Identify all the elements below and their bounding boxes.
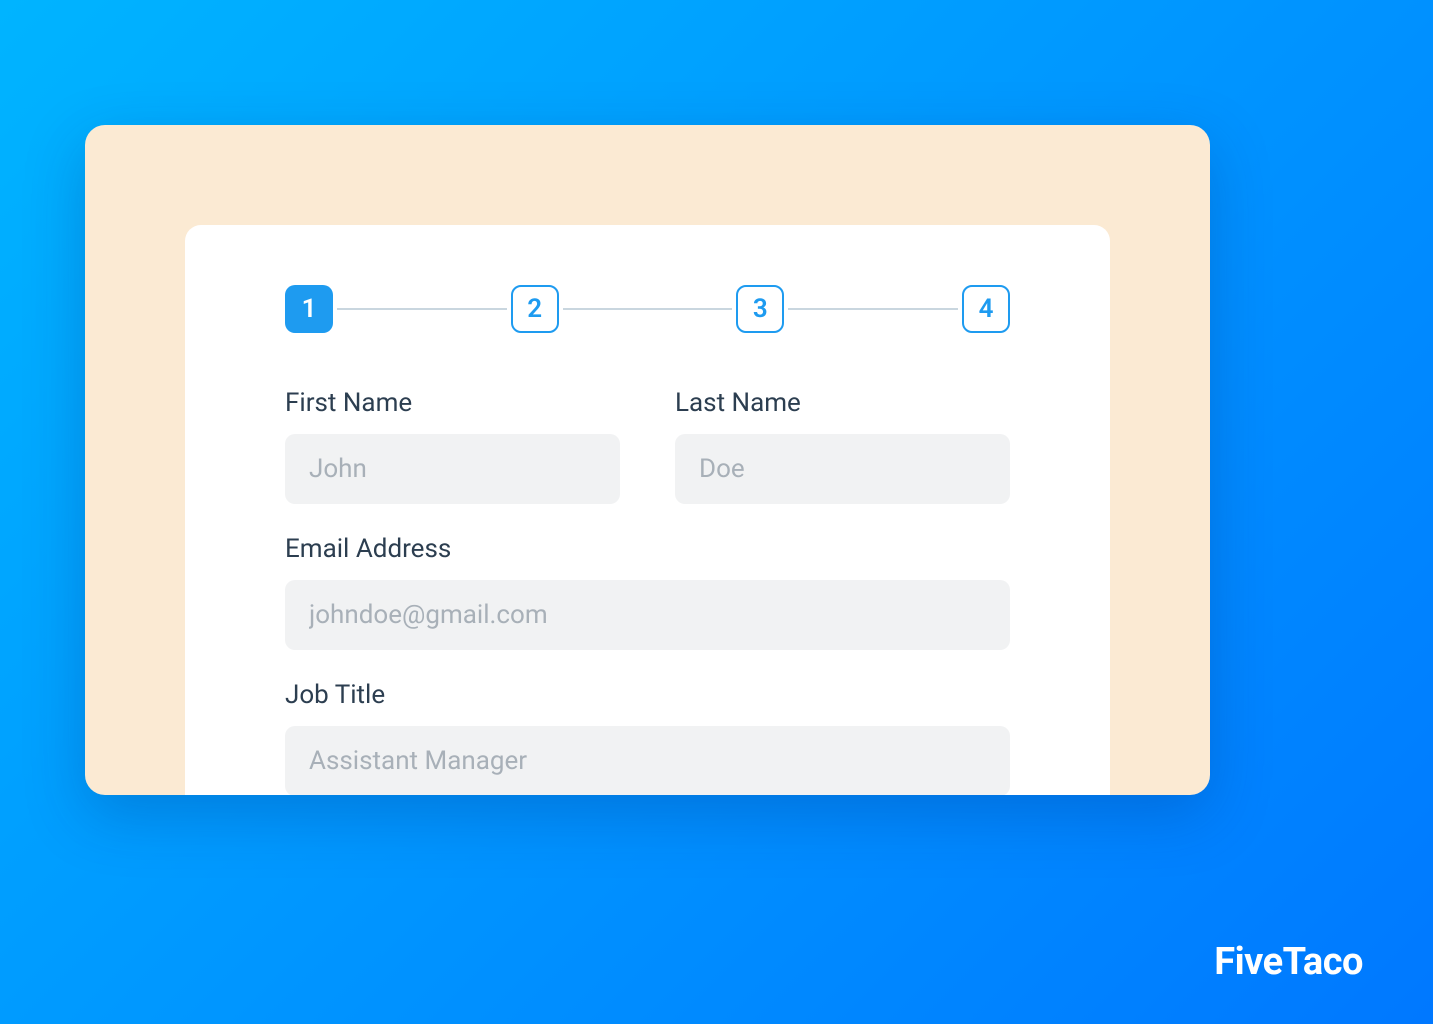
job-title-group: Job Title xyxy=(285,680,1010,795)
last-name-group: Last Name xyxy=(675,388,1010,504)
last-name-input[interactable] xyxy=(675,434,1010,504)
outer-card: 1 2 3 4 First Name Last Name Email Addre… xyxy=(85,125,1210,795)
first-name-label: First Name xyxy=(285,388,620,418)
step-connector xyxy=(788,308,958,310)
email-input[interactable] xyxy=(285,580,1010,650)
name-row: First Name Last Name xyxy=(285,388,1010,504)
email-group: Email Address xyxy=(285,534,1010,650)
first-name-input[interactable] xyxy=(285,434,620,504)
step-4[interactable]: 4 xyxy=(962,285,1010,333)
step-3[interactable]: 3 xyxy=(736,285,784,333)
job-title-row: Job Title xyxy=(285,680,1010,795)
step-connector xyxy=(563,308,733,310)
job-title-label: Job Title xyxy=(285,680,1010,710)
last-name-label: Last Name xyxy=(675,388,1010,418)
job-title-input[interactable] xyxy=(285,726,1010,795)
form-card: 1 2 3 4 First Name Last Name Email Addre… xyxy=(185,225,1110,795)
email-row: Email Address xyxy=(285,534,1010,650)
step-2[interactable]: 2 xyxy=(511,285,559,333)
stepper: 1 2 3 4 xyxy=(285,285,1010,333)
step-connector xyxy=(337,308,507,310)
email-label: Email Address xyxy=(285,534,1010,564)
first-name-group: First Name xyxy=(285,388,620,504)
brand-logo: FiveTaco xyxy=(1214,940,1363,984)
step-1[interactable]: 1 xyxy=(285,285,333,333)
